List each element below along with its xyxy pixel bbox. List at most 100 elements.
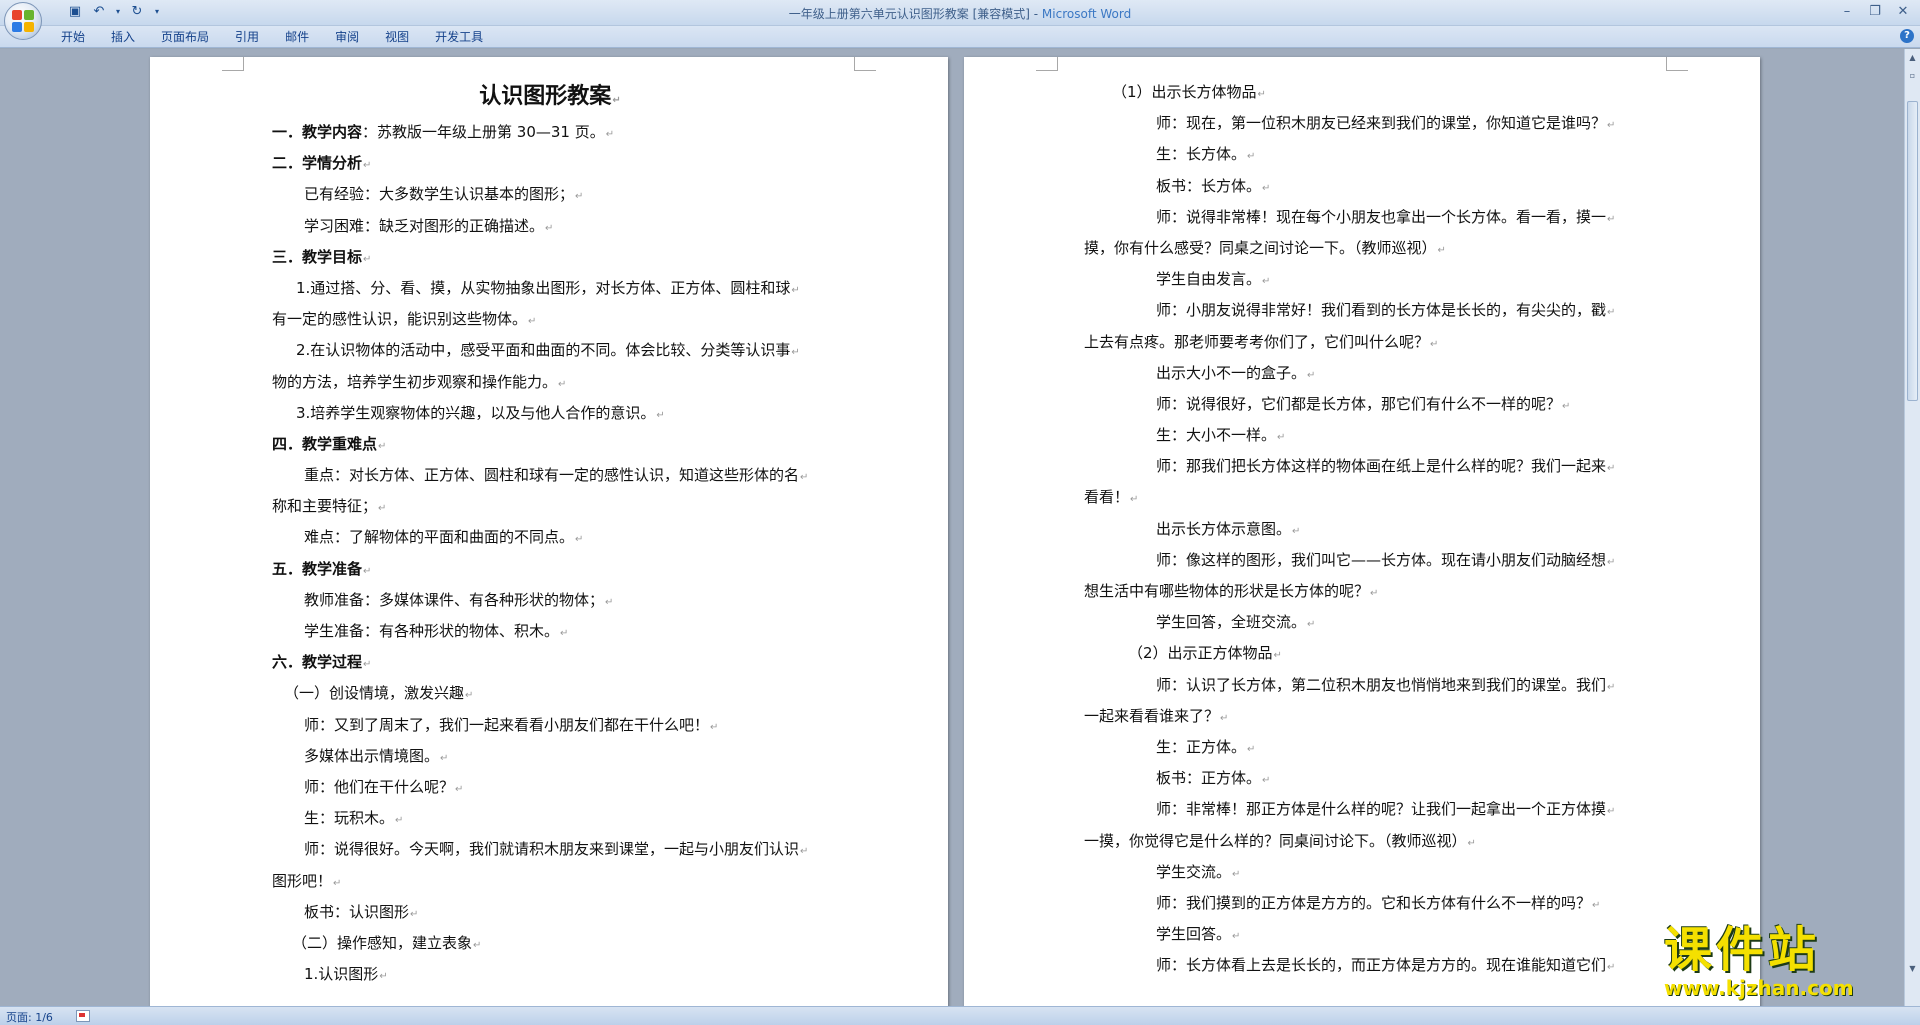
line-text: 1.认识图形 bbox=[304, 965, 379, 984]
paragraph-mark-icon: ↵ bbox=[333, 877, 342, 889]
vertical-scrollbar[interactable]: ▲ ▫ ▼ bbox=[1904, 49, 1920, 1006]
paragraph-line: 师：现在，第一位积木朋友已经来到我们的课堂，你知道它是谁吗？↵ bbox=[1084, 108, 1640, 139]
paragraph-mark-icon: ↵ bbox=[1607, 307, 1616, 319]
page-1-text[interactable]: 认识图形教案↵ 一．教学内容：苏教版一年级上册第 30—31 页。↵ 二．学情分析… bbox=[272, 77, 828, 990]
minimize-button[interactable]: – bbox=[1834, 2, 1860, 22]
paragraph-mark-icon: ↵ bbox=[656, 409, 665, 421]
ribbon: 开始 插入 页面布局 引用 邮件 审阅 视图 开发工具 ? bbox=[0, 26, 1920, 48]
ruler-toggle-icon[interactable]: ▫ bbox=[1906, 69, 1919, 83]
paragraph-line: 师：长方体看上去是长长的，而正方体是方方的。现在谁能知道它们↵ bbox=[1084, 950, 1640, 981]
section-heading: 二．学情分析 bbox=[272, 154, 363, 173]
line-text: 看看！ bbox=[1084, 488, 1130, 507]
paragraph-mark-icon: ↵ bbox=[1220, 712, 1229, 724]
paragraph-line: 重点：对长方体、正方体、圆柱和球有一定的感性认识，知道这些形体的名↵ bbox=[272, 460, 828, 491]
paragraph-mark-icon: ↵ bbox=[1607, 120, 1616, 132]
tab-review[interactable]: 审阅 bbox=[322, 28, 372, 46]
line-text: 师：说得非常棒！现在每个小朋友也拿出一个长方体。看一看，摸一 bbox=[1156, 207, 1607, 226]
status-bar: 页面: 1/6 bbox=[0, 1006, 1920, 1025]
paragraph-line: 想生活中有哪些物体的形状是长方体的呢？↵ bbox=[1084, 576, 1640, 607]
help-icon[interactable]: ? bbox=[1900, 29, 1914, 43]
paragraph-line: （二）操作感知，建立表象↵ bbox=[272, 928, 828, 959]
scroll-down-icon[interactable]: ▼ bbox=[1906, 962, 1919, 976]
line-text: 生：大小不一样。 bbox=[1156, 426, 1277, 445]
section-heading: 六．教学过程 bbox=[272, 653, 363, 672]
close-button[interactable]: ✕ bbox=[1890, 2, 1916, 22]
line-text: 教师准备：多媒体课件、有各种形状的物体； bbox=[304, 590, 605, 609]
paragraph-mark-icon: ↵ bbox=[1607, 681, 1616, 693]
paragraph-mark-icon: ↵ bbox=[528, 316, 537, 328]
line-text: 师：他们在干什么呢？ bbox=[304, 777, 455, 796]
line-text: 学生准备：有各种形状的物体、积木。 bbox=[304, 622, 560, 640]
paragraph-mark-icon: ↵ bbox=[800, 846, 809, 858]
proofing-icon[interactable] bbox=[76, 1010, 90, 1022]
document-page-1[interactable]: 认识图形教案↵ 一．教学内容：苏教版一年级上册第 30—31 页。↵ 二．学情分析… bbox=[150, 57, 948, 1006]
line-text: 师：现在，第一位积木朋友已经来到我们的课堂，你知道它是谁吗？ bbox=[1156, 114, 1607, 133]
paragraph-line: 师：小朋友说得非常好！我们看到的长方体是长长的，有尖尖的，戳↵ bbox=[1084, 295, 1640, 326]
paragraph-line: 师：那我们把长方体这样的物体画在纸上是什么样的呢？我们一起来↵ bbox=[1084, 451, 1640, 482]
paragraph-mark-icon: ↵ bbox=[395, 815, 404, 827]
paragraph-mark-icon: ↵ bbox=[575, 534, 584, 546]
line-text: 师：说得很好。今天啊，我们就请积木朋友来到课堂，一起与小朋友们认识 bbox=[304, 840, 800, 859]
crop-mark bbox=[1036, 57, 1058, 71]
paragraph-mark-icon: ↵ bbox=[1307, 369, 1316, 381]
paragraph-line: 图形吧！↵ bbox=[272, 866, 828, 897]
tab-references[interactable]: 引用 bbox=[222, 28, 272, 46]
scroll-up-icon[interactable]: ▲ bbox=[1906, 51, 1919, 65]
paragraph-line: 学习困难：缺乏对图形的正确描述。↵ bbox=[272, 211, 828, 242]
paragraph-line: 教师准备：多媒体课件、有各种形状的物体；↵ bbox=[272, 585, 828, 616]
paragraph-mark-icon: ↵ bbox=[605, 129, 615, 140]
paragraph-mark-icon: ↵ bbox=[1257, 89, 1266, 100]
paragraph-mark-icon: ↵ bbox=[1307, 619, 1316, 631]
paragraph-line: （1）出示长方体物品↵ bbox=[1084, 77, 1640, 108]
paragraph-mark-icon: ↵ bbox=[440, 752, 449, 764]
paragraph-mark-icon: ↵ bbox=[558, 378, 567, 390]
crop-mark bbox=[222, 57, 244, 71]
restore-button[interactable]: ❐ bbox=[1862, 2, 1888, 22]
paragraph-mark-icon: ↵ bbox=[473, 939, 482, 951]
paragraph-mark-icon: ↵ bbox=[410, 908, 419, 920]
page-count[interactable]: 页面: 1/6 bbox=[6, 1009, 53, 1025]
watermark-logo: 课件站 www.kjzhan.com bbox=[1664, 924, 1904, 1004]
tab-developer[interactable]: 开发工具 bbox=[422, 28, 496, 46]
window-controls: – ❐ ✕ bbox=[1834, 2, 1916, 22]
paragraph-line: 摸，你有什么感受？同桌之间讨论一下。（教师巡视）↵ bbox=[1084, 233, 1640, 264]
paragraph-line: 多媒体出示情境图。↵ bbox=[272, 741, 828, 772]
paragraph-mark-icon: ↵ bbox=[1262, 182, 1271, 194]
paragraph-line: 难点：了解物体的平面和曲面的不同点。↵ bbox=[272, 522, 828, 553]
line-text: 一摸，你觉得它是什么样的？同桌间讨论下。（教师巡视） bbox=[1084, 831, 1467, 850]
document-page-2[interactable]: （1）出示长方体物品↵ 师：现在，第一位积木朋友已经来到我们的课堂，你知道它是谁吗… bbox=[964, 57, 1760, 1006]
scrollbar-thumb[interactable] bbox=[1907, 101, 1918, 401]
line-text: 学生回答，全班交流。 bbox=[1156, 613, 1307, 632]
line-text: 一起来看看谁来了？ bbox=[1084, 706, 1220, 725]
paragraph-mark-icon: ↵ bbox=[363, 253, 372, 265]
tab-page-layout[interactable]: 页面布局 bbox=[148, 28, 222, 46]
line-text: （二）操作感知，建立表象 bbox=[292, 933, 473, 952]
tab-view[interactable]: 视图 bbox=[372, 28, 422, 46]
title-bar: ▣ ↶ ▾ ↻ ▾ 一年级上册第六单元认识图形教案 [兼容模式] - Micro… bbox=[0, 0, 1920, 26]
line-text: 板书：正方体。 bbox=[1156, 769, 1262, 788]
line-text: 学生自由发言。 bbox=[1156, 270, 1262, 289]
page-2-text[interactable]: （1）出示长方体物品↵ 师：现在，第一位积木朋友已经来到我们的课堂，你知道它是谁吗… bbox=[1084, 77, 1640, 981]
line-text: 物的方法，培养学生初步观察和操作能力。 bbox=[272, 372, 558, 391]
paragraph-mark-icon: ↵ bbox=[378, 440, 387, 452]
tab-mailings[interactable]: 邮件 bbox=[272, 28, 322, 46]
paragraph-line: 四．教学重难点↵ bbox=[272, 429, 828, 460]
line-text: 难点：了解物体的平面和曲面的不同点。 bbox=[304, 528, 575, 547]
paragraph-mark-icon: ↵ bbox=[1467, 837, 1476, 849]
tab-insert[interactable]: 插入 bbox=[98, 28, 148, 46]
paragraph-line: 学生回答，全班交流。↵ bbox=[1084, 607, 1640, 638]
line-text: 有一定的感性认识，能识别这些物体。 bbox=[272, 310, 528, 329]
line-text: 学生回答。 bbox=[1156, 925, 1232, 944]
paragraph-line: 1.通过搭、分、看、摸，从实物抽象出图形，对长方体、正方体、圆柱和球↵ bbox=[272, 273, 828, 304]
paragraph-line: 生：玩积木。↵ bbox=[272, 803, 828, 834]
line-text: 板书：认识图形 bbox=[304, 902, 410, 921]
paragraph-mark-icon: ↵ bbox=[1232, 868, 1241, 880]
tab-home[interactable]: 开始 bbox=[48, 28, 98, 46]
paragraph-mark-icon: ↵ bbox=[379, 971, 388, 983]
paragraph-line: 三．教学目标↵ bbox=[272, 242, 828, 273]
line-text: 生：玩积木。 bbox=[304, 809, 395, 828]
office-button[interactable] bbox=[4, 2, 42, 40]
line-text: 出示长方体示意图。 bbox=[1156, 519, 1292, 538]
paragraph-line: 学生自由发言。↵ bbox=[1084, 264, 1640, 295]
watermark-main: 课件站 bbox=[1664, 922, 1821, 978]
